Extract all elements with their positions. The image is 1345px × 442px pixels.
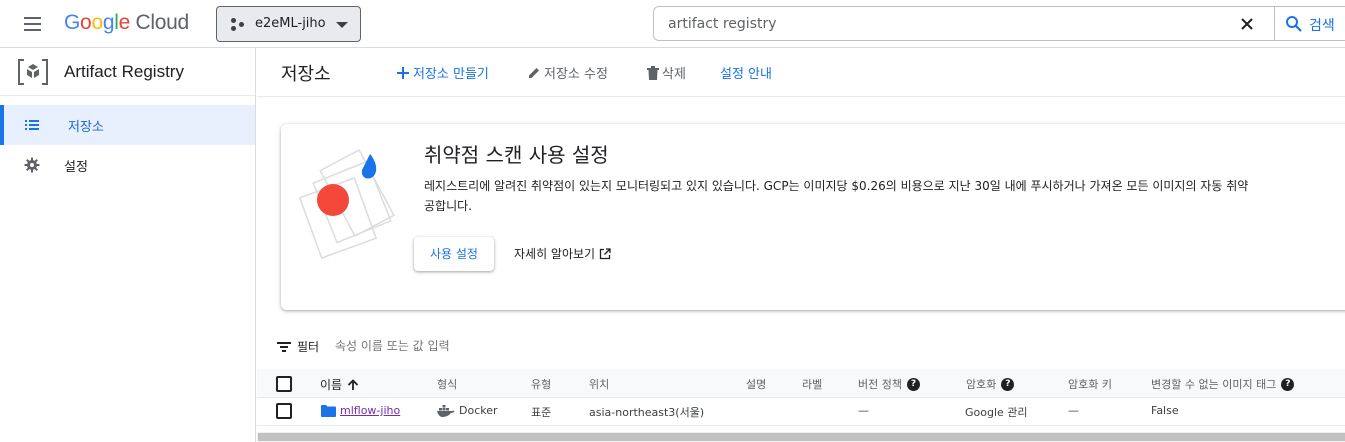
filter-input[interactable] — [335, 336, 735, 356]
column-header-location[interactable]: 위치 — [589, 376, 609, 392]
filter-bar: 필터 — [277, 332, 1337, 360]
logo-cloud: Cloud — [135, 11, 190, 34]
cell-format: Docker — [437, 404, 498, 417]
delete-button[interactable]: 삭제 — [647, 63, 686, 82]
card-description-line: 레지스트리에 알려진 취약점이 있는지 모니터링되고 있지 있습니다. GCP는… — [424, 179, 1249, 193]
search-button[interactable]: 검색 — [1274, 6, 1345, 41]
folder-icon — [321, 404, 336, 417]
column-label: 설명 — [746, 378, 767, 391]
cell-location: asia-northeast3(서울) — [589, 406, 705, 419]
logo-google: Google — [64, 11, 130, 34]
learn-more-label: 자세히 알아보기 — [514, 247, 596, 261]
edit-label: 저장소 수정 — [544, 67, 608, 82]
product-title: Artifact Registry — [64, 62, 184, 81]
plus-icon — [397, 66, 409, 79]
column-label: 이름 — [320, 378, 343, 392]
table-header: 이름 형식 유형 위치 설명 라벨 버전 정책 ? 암호화 ? 암호화 키 변경… — [257, 369, 1345, 398]
setup-guide-label: 설정 안내 — [720, 67, 772, 82]
sidebar-item-label: 설정 — [64, 160, 88, 175]
enable-scan-button[interactable]: 사용 설정 — [414, 237, 494, 271]
sidebar-item-label: 저장소 — [68, 120, 104, 135]
top-bar: Google Cloud e2eML-jiho 검색 — [0, 0, 1345, 48]
action-bar: 저장소 저장소 만들기 저장소 수정 삭제 설정 안내 — [257, 48, 1345, 97]
pencil-icon — [529, 67, 539, 78]
cell-version-policy: — — [858, 404, 869, 417]
google-cloud-logo[interactable]: Google Cloud — [64, 11, 189, 35]
project-picker-button[interactable]: e2eML-jiho — [216, 6, 361, 42]
column-header-encryption-key[interactable]: 암호화 키 — [1068, 376, 1112, 392]
help-icon[interactable]: ? — [1281, 377, 1295, 391]
column-header-name[interactable]: 이름 — [320, 376, 359, 393]
search-input[interactable] — [668, 14, 1228, 34]
setup-guide-link[interactable]: 설정 안내 — [720, 63, 772, 82]
sidebar-item-repositories[interactable]: 저장소 — [0, 105, 255, 145]
column-header-version-policy[interactable]: 버전 정책 ? — [858, 376, 920, 392]
card-description: 레지스트리에 알려진 취약점이 있는지 모니터링되고 있지 있습니다. GCP는… — [424, 176, 1345, 216]
column-header-encryption[interactable]: 암호화 ? — [966, 376, 1015, 392]
column-label: 암호화 키 — [1068, 378, 1112, 391]
column-header-description[interactable]: 설명 — [746, 376, 766, 392]
learn-more-link[interactable]: 자세히 알아보기 — [514, 245, 611, 262]
select-all-checkbox[interactable] — [276, 376, 292, 392]
docker-icon — [437, 404, 455, 417]
create-repository-button[interactable]: 저장소 만들기 — [396, 63, 489, 82]
column-header-immutable-tags[interactable]: 변경할 수 없는 이미지 태그 ? — [1151, 376, 1295, 392]
column-label: 버전 정책 — [858, 378, 902, 391]
vulnerability-scan-card: 취약점 스캔 사용 설정 레지스트리에 알려진 취약점이 있는지 모니터링되고 … — [281, 124, 1345, 310]
help-icon[interactable]: ? — [1001, 377, 1015, 391]
column-label: 라벨 — [802, 378, 823, 391]
search-button-label: 검색 — [1309, 18, 1335, 34]
cell-encryption-key: — — [1068, 404, 1079, 417]
cell-encryption: Google 관리 — [965, 406, 1028, 419]
format-value: Docker — [459, 404, 498, 417]
cell-mode: 표준 — [531, 406, 552, 419]
column-label: 암호화 — [966, 378, 997, 391]
column-label: 위치 — [589, 378, 610, 391]
create-label: 저장소 만들기 — [413, 67, 489, 82]
row-checkbox[interactable] — [276, 403, 292, 419]
gear-icon — [24, 157, 40, 173]
card-description-line: 공합니다. — [424, 199, 472, 213]
clear-search-icon[interactable] — [1238, 15, 1256, 33]
column-header-format[interactable]: 형식 — [437, 376, 457, 392]
artifact-registry-icon — [18, 59, 48, 85]
hamburger-menu-icon[interactable] — [22, 14, 44, 34]
project-name: e2eML-jiho — [255, 16, 326, 31]
external-link-icon — [599, 247, 611, 259]
edit-repository-button[interactable]: 저장소 수정 — [527, 63, 608, 82]
filter-label[interactable]: 필터 — [297, 338, 319, 355]
sort-ascending-icon — [347, 378, 359, 390]
sidebar: Artifact Registry 저장소 설정 — [0, 48, 256, 442]
cell-immutable-tags: False — [1151, 404, 1179, 417]
main-content: 저장소 저장소 만들기 저장소 수정 삭제 설정 안내 취약점 스캔 사용 설정… — [257, 48, 1345, 442]
filter-icon — [277, 342, 291, 352]
scrollbar-thumb[interactable] — [258, 433, 1345, 441]
repository-link[interactable]: mlflow-jiho — [340, 404, 400, 417]
cell-name: mlflow-jiho — [321, 404, 400, 417]
table-row: mlflow-jiho Docker 표준 asia-northeast3(서울… — [257, 398, 1345, 426]
sidebar-item-settings[interactable]: 설정 — [0, 145, 255, 185]
scan-illustration-icon — [298, 148, 395, 259]
column-header-mode[interactable]: 유형 — [531, 376, 551, 392]
column-label: 유형 — [531, 378, 552, 391]
horizontal-scrollbar[interactable] — [257, 432, 1345, 442]
search-icon — [1286, 16, 1302, 32]
search-box — [653, 6, 1275, 41]
caret-down-icon — [336, 22, 348, 28]
column-label: 변경할 수 없는 이미지 태그 — [1151, 378, 1277, 391]
sidebar-header: Artifact Registry — [0, 48, 255, 96]
column-header-labels[interactable]: 라벨 — [802, 376, 822, 392]
project-dots-icon — [231, 18, 245, 32]
column-label: 형식 — [437, 378, 458, 391]
delete-label: 삭제 — [662, 67, 686, 82]
page-title: 저장소 — [281, 64, 331, 85]
card-title: 취약점 스캔 사용 설정 — [424, 143, 609, 167]
trash-icon — [647, 65, 659, 80]
list-icon — [25, 120, 39, 130]
help-icon[interactable]: ? — [906, 377, 920, 391]
